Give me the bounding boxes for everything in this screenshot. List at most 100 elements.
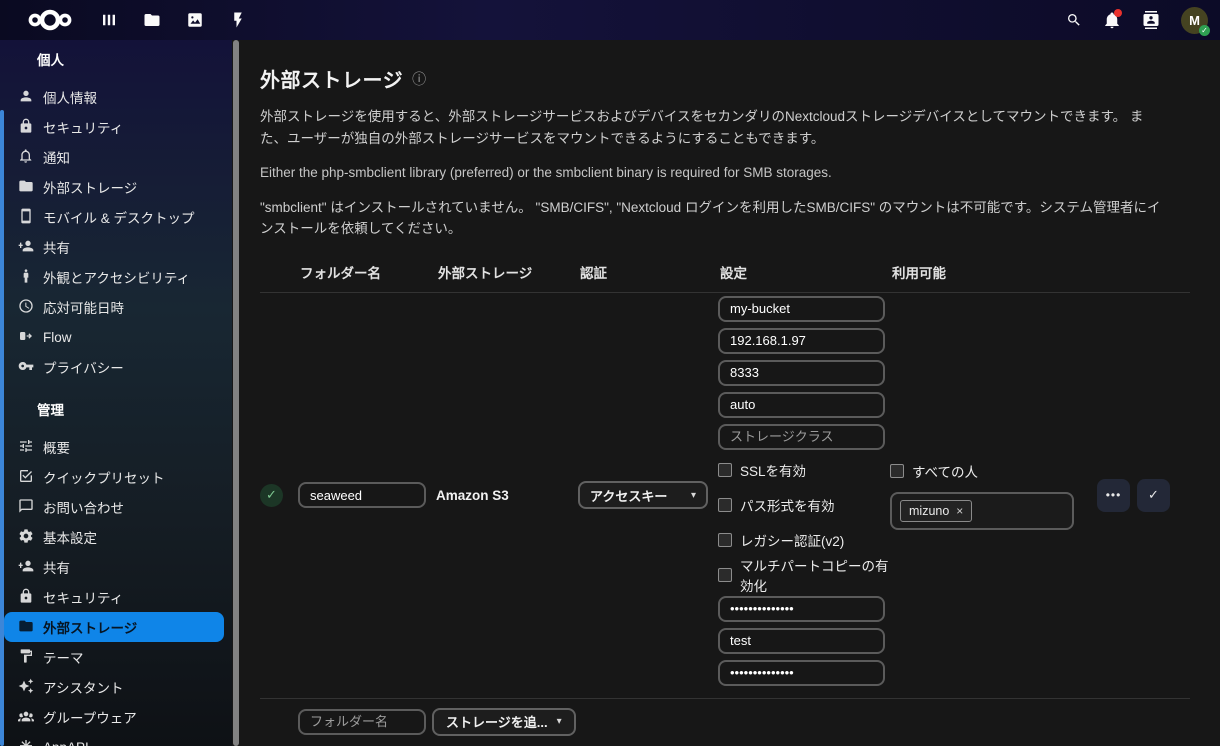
page-title: 外部ストレージ bbox=[260, 64, 403, 93]
groupware-icon bbox=[18, 708, 34, 727]
sidebar-item-privacy[interactable]: プライバシー bbox=[4, 352, 224, 382]
appapi-icon bbox=[18, 738, 34, 746]
add-storage-row: ストレージを追... ▾ bbox=[260, 698, 1190, 745]
storage-table: フォルダー名 外部ストレージ 認証 設定 利用可能 ✓ Amazon S3 アク… bbox=[260, 258, 1190, 698]
topbar-right: M ✓ bbox=[1066, 7, 1208, 34]
sidebar-item-overview[interactable]: 概要 bbox=[4, 432, 224, 462]
notifications-icon[interactable] bbox=[1103, 11, 1121, 29]
secret-key-input[interactable] bbox=[718, 628, 885, 654]
dashboard-icon[interactable] bbox=[100, 11, 118, 29]
sidebar-item-external-storage-admin[interactable]: 外部ストレージ bbox=[4, 612, 224, 642]
sidebar-item-security-personal[interactable]: セキュリティ bbox=[4, 112, 224, 142]
auth-method-select[interactable]: アクセスキー ▾ bbox=[578, 481, 708, 509]
sidebar-item-theming[interactable]: テーマ bbox=[4, 642, 224, 672]
port-input[interactable] bbox=[718, 360, 885, 386]
theme-icon bbox=[18, 648, 34, 667]
access-key-input[interactable] bbox=[718, 596, 885, 622]
avatar[interactable]: M ✓ bbox=[1181, 7, 1208, 34]
region-input[interactable] bbox=[718, 392, 885, 418]
sidebar-item-external-storage-personal[interactable]: 外部ストレージ bbox=[4, 172, 224, 202]
sidebar-scrollbar[interactable] bbox=[0, 110, 4, 746]
external-storage-settings: 外部ストレージ ⓘ 外部ストレージを使用すると、外部ストレージサービスおよびデバ… bbox=[240, 40, 1220, 746]
sidebar-item-groupware[interactable]: グループウェア bbox=[4, 702, 224, 732]
sidebar-item-availability[interactable]: 応対可能日時 bbox=[4, 292, 224, 322]
configuration-cell: SSLを有効 パス形式を有効 レガシー認証(v2) マルチパートコピーの有効化 bbox=[718, 293, 890, 698]
new-folder-name-input[interactable] bbox=[298, 709, 426, 735]
sidebar-item-mobile-desktop[interactable]: モバイル & デスクトップ bbox=[4, 202, 224, 232]
sidebar-item-appearance-accessibility[interactable]: 外観とアクセシビリティ bbox=[4, 262, 224, 292]
sidebar-item-quick-presets[interactable]: クイックプリセット bbox=[4, 462, 224, 492]
enable-path-style-checkbox[interactable]: パス形式を有効 bbox=[718, 494, 890, 517]
remove-tag-icon[interactable]: × bbox=[956, 504, 963, 518]
folder-name-input[interactable] bbox=[298, 482, 426, 508]
more-options-button[interactable]: ••• bbox=[1097, 479, 1130, 512]
column-header-configuration: 設定 bbox=[718, 258, 890, 292]
external-storage-icon bbox=[18, 178, 34, 197]
checkbox-icon[interactable] bbox=[890, 464, 904, 478]
password-input[interactable] bbox=[718, 660, 885, 686]
sidebar-item-security-admin[interactable]: セキュリティ bbox=[4, 582, 224, 612]
activity-icon[interactable] bbox=[229, 11, 247, 29]
share-icon bbox=[18, 558, 34, 577]
column-header-available-for: 利用可能 bbox=[890, 258, 1097, 292]
photos-icon[interactable] bbox=[186, 11, 204, 29]
notification-dot bbox=[1114, 9, 1122, 17]
available-for-cell: すべての人 mizuno × bbox=[890, 461, 1097, 530]
top-bar: M ✓ bbox=[0, 0, 1220, 40]
content-scrollbar[interactable] bbox=[232, 40, 240, 746]
sidebar-item-sharing-admin[interactable]: 共有 bbox=[4, 552, 224, 582]
lock-icon bbox=[18, 118, 34, 137]
smbclient-warning-text: "smbclient" はインストールされていません。 "SMB/CIFS", … bbox=[260, 197, 1170, 240]
all-people-checkbox[interactable]: すべての人 bbox=[890, 461, 1097, 481]
bucket-input[interactable] bbox=[718, 296, 885, 322]
sidebar-item-sharing-personal[interactable]: 共有 bbox=[4, 232, 224, 262]
share-icon bbox=[18, 238, 34, 257]
contacts-icon[interactable] bbox=[1142, 11, 1160, 29]
sidebar-item-notifications[interactable]: 通知 bbox=[4, 142, 224, 172]
sidebar-item-assistant[interactable]: アシスタント bbox=[4, 672, 224, 702]
account-icon bbox=[18, 88, 34, 107]
cog-icon bbox=[18, 528, 34, 547]
applicable-users-input[interactable]: mizuno × bbox=[890, 492, 1074, 530]
avatar-initial: M bbox=[1189, 13, 1200, 28]
accessibility-icon bbox=[18, 268, 34, 287]
row-actions: ••• ✓ bbox=[1097, 479, 1190, 512]
user-tag-label: mizuno bbox=[909, 504, 949, 518]
save-row-button[interactable]: ✓ bbox=[1137, 479, 1170, 512]
sidebar-item-basic-settings[interactable]: 基本設定 bbox=[4, 522, 224, 552]
checkbox-icon[interactable] bbox=[718, 533, 732, 547]
sidebar-caption-personal: 個人 bbox=[0, 48, 232, 74]
sidebar-item-support[interactable]: お問い合わせ bbox=[4, 492, 224, 522]
lock-icon bbox=[18, 588, 34, 607]
column-header-folder-name: フォルダー名 bbox=[298, 258, 436, 292]
tune-icon bbox=[18, 438, 34, 457]
legacy-auth-checkbox[interactable]: レガシー認証(v2) bbox=[718, 529, 890, 552]
sidebar-section-admin: 管理 概要 クイックプリセット お問い合わせ 基本設定 bbox=[0, 398, 232, 746]
multipart-copy-checkbox[interactable]: マルチパートコピーの有効化 bbox=[718, 564, 890, 587]
enable-ssl-checkbox[interactable]: SSLを有効 bbox=[718, 459, 890, 482]
search-icon[interactable] bbox=[1066, 12, 1082, 28]
chevron-down-icon: ▾ bbox=[557, 716, 562, 727]
settings-sidebar: 個人 個人情報 セキュリティ 通知 外部ストレージ bbox=[0, 40, 232, 746]
sidebar-item-appapi[interactable]: AppAPI bbox=[4, 732, 224, 746]
scrollbar-thumb[interactable] bbox=[233, 40, 239, 746]
backend-label: Amazon S3 bbox=[436, 488, 578, 503]
bell-icon bbox=[18, 148, 34, 167]
add-storage-select[interactable]: ストレージを追... ▾ bbox=[432, 708, 576, 736]
hostname-input[interactable] bbox=[718, 328, 885, 354]
auth-method-value: アクセスキー bbox=[590, 486, 667, 505]
column-header-authentication: 認証 bbox=[578, 258, 718, 292]
checkbox-icon[interactable] bbox=[718, 463, 732, 477]
files-icon[interactable] bbox=[143, 11, 161, 29]
sidebar-caption-admin: 管理 bbox=[0, 398, 232, 424]
avatar-status-badge: ✓ bbox=[1199, 25, 1210, 36]
checkbox-icon[interactable] bbox=[718, 498, 732, 512]
checkbox-icon[interactable] bbox=[718, 568, 732, 582]
info-icon[interactable]: ⓘ bbox=[412, 69, 426, 89]
app-launcher bbox=[100, 11, 247, 29]
sidebar-item-flow[interactable]: Flow bbox=[4, 322, 224, 352]
nextcloud-logo[interactable] bbox=[24, 8, 76, 32]
sidebar-item-personal-info[interactable]: 個人情報 bbox=[4, 82, 224, 112]
intro-text: 外部ストレージを使用すると、外部ストレージサービスおよびデバイスをセカンダリのN… bbox=[260, 106, 1170, 149]
storage-class-input[interactable] bbox=[718, 424, 885, 450]
